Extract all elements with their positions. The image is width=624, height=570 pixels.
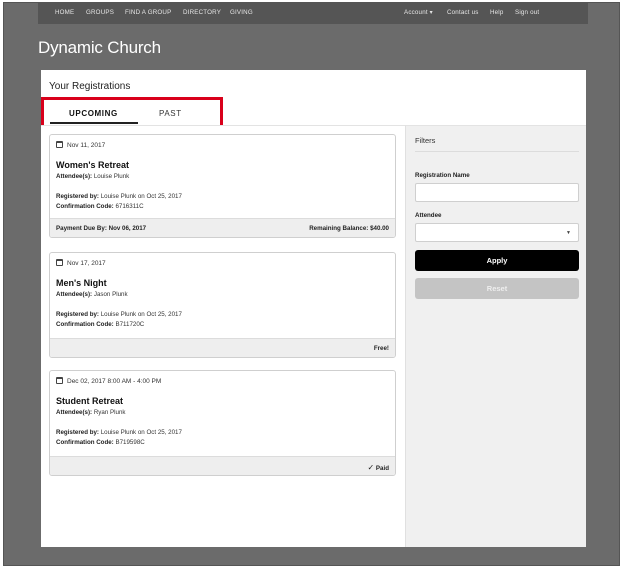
registered-by-line: Registered by: Louise Plunk on Oct 25, 2… [56, 193, 182, 200]
registered-by-value: Louise Plunk on Oct 25, 2017 [100, 311, 182, 318]
card-footer: Payment Due By: Nov 06, 2017 Remaining B… [50, 218, 395, 237]
chevron-down-icon: ▼ [566, 230, 571, 236]
nav-contact-link[interactable]: Contact us [447, 9, 479, 16]
confirmation-line: Confirmation Code: B711720C [56, 321, 144, 328]
remaining-balance: Remaining Balance: $40.00 [309, 225, 389, 232]
attendee-label: Attendee [415, 212, 442, 219]
price-status: Free! [373, 345, 389, 352]
confirmation-value: B711720C [115, 321, 145, 328]
registration-name-label: Registration Name [415, 172, 470, 179]
nav-directory-link[interactable]: DIRECTORY [183, 9, 221, 16]
confirmation-label: Confirmation Code: [56, 321, 114, 328]
registrations-panel: Your Registrations UPCOMING PAST Nov 11,… [41, 70, 586, 547]
checkmark-icon: ✓ [367, 463, 375, 472]
confirmation-line: Confirmation Code: B719598C [56, 439, 145, 446]
filters-divider [415, 151, 579, 152]
attendee-label: Attendee(s): [56, 173, 93, 180]
attendee-select[interactable]: ▼ [415, 223, 579, 242]
payment-due: Payment Due By: Nov 06, 2017 [56, 225, 147, 232]
event-title: Student Retreat [56, 396, 124, 406]
event-date-text: Dec 02, 2017 8:00 AM - 4:00 PM [67, 378, 162, 385]
site-brand-title[interactable]: Dynamic Church [38, 38, 161, 58]
event-date: Nov 11, 2017 [56, 141, 105, 149]
calendar-icon [56, 377, 63, 384]
top-navigation-bar: HOME GROUPS FIND A GROUP DIRECTORY GIVIN… [38, 2, 588, 24]
confirmation-label: Confirmation Code: [56, 203, 114, 210]
card-footer: ✓ Paid [50, 456, 395, 475]
event-title: Men's Night [56, 278, 107, 288]
confirmation-label: Confirmation Code: [56, 439, 114, 446]
nav-home-link[interactable]: HOME [55, 9, 74, 16]
registered-by-value: Louise Plunk on Oct 25, 2017 [100, 429, 182, 436]
registered-by-line: Registered by: Louise Plunk on Oct 25, 2… [56, 311, 182, 318]
payment-status: ✓ Paid [367, 463, 389, 472]
event-date-text: Nov 17, 2017 [67, 260, 106, 267]
attendee-value: Louise Plunk [93, 173, 130, 180]
registered-by-label: Registered by: [56, 193, 99, 200]
attendee-line: Attendee(s): Ryan Plunk [56, 409, 126, 416]
filters-title: Filters [415, 136, 436, 145]
attendee-value: Jason Plunk [93, 291, 128, 298]
card-footer: Free! [50, 338, 395, 357]
registration-name-input[interactable] [415, 183, 579, 202]
page-title: Your Registrations [49, 81, 131, 92]
apply-button[interactable]: Apply [415, 250, 579, 271]
registered-by-line: Registered by: Louise Plunk on Oct 25, 2… [56, 429, 182, 436]
attendee-label: Attendee(s): [56, 291, 93, 298]
nav-giving-link[interactable]: GIVING [230, 9, 253, 16]
registration-card[interactable]: Nov 11, 2017 Women's Retreat Attendee(s)… [49, 134, 396, 238]
event-title: Women's Retreat [56, 160, 129, 170]
attendee-label: Attendee(s): [56, 409, 93, 416]
registered-by-label: Registered by: [56, 311, 99, 318]
calendar-icon [56, 259, 63, 266]
filters-sidebar: Filters Registration Name Attendee ▼ App… [405, 125, 586, 547]
nav-help-link[interactable]: Help [490, 9, 504, 16]
attendee-line: Attendee(s): Louise Plunk [56, 173, 129, 180]
registered-by-label: Registered by: [56, 429, 99, 436]
registration-card[interactable]: Dec 02, 2017 8:00 AM - 4:00 PM Student R… [49, 370, 396, 476]
attendee-line: Attendee(s): Jason Plunk [56, 291, 128, 298]
event-date-text: Nov 11, 2017 [67, 142, 106, 149]
event-date: Nov 17, 2017 [56, 259, 106, 267]
confirmation-value: B719598C [115, 439, 145, 446]
confirmation-value: 6716311C [115, 203, 144, 210]
registration-card[interactable]: Nov 17, 2017 Men's Night Attendee(s): Ja… [49, 252, 396, 358]
nav-signout-link[interactable]: Sign out [515, 9, 539, 16]
registrations-list: Nov 11, 2017 Women's Retreat Attendee(s)… [41, 125, 405, 547]
attendee-value: Ryan Plunk [93, 409, 126, 416]
registered-by-value: Louise Plunk on Oct 25, 2017 [100, 193, 182, 200]
nav-groups-link[interactable]: GROUPS [86, 9, 114, 16]
payment-status-text: Paid [375, 465, 389, 472]
reset-button[interactable]: Reset [415, 278, 579, 299]
nav-find-group-link[interactable]: FIND A GROUP [125, 9, 171, 16]
event-date: Dec 02, 2017 8:00 AM - 4:00 PM [56, 377, 161, 385]
confirmation-line: Confirmation Code: 6716311C [56, 203, 144, 210]
calendar-icon [56, 141, 63, 148]
nav-account-menu[interactable]: Account ▾ [404, 9, 433, 16]
